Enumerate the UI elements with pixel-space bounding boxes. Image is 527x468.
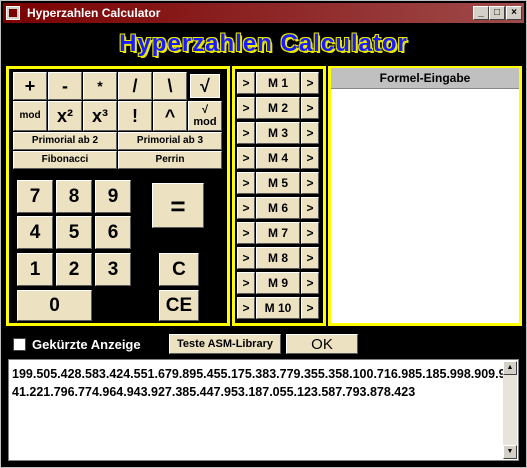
digit-0-button[interactable]: 0 [17,290,92,321]
digit-5-button[interactable]: 5 [56,216,92,249]
multiply-button[interactable]: * [83,72,117,100]
digit-3-button[interactable]: 3 [95,253,131,286]
memory-8-button[interactable]: M 8 [256,247,300,269]
scroll-down-icon[interactable]: ▼ [503,445,517,459]
power-button[interactable]: ^ [153,101,187,131]
minimize-button[interactable]: _ [473,6,489,20]
memory-store-5-button[interactable]: > [237,172,255,194]
memory-recall-4-button[interactable]: > [301,147,319,169]
primorial-3-button[interactable]: Primorial ab 3 [118,132,222,150]
digit-9-button[interactable]: 9 [95,180,131,213]
integer-divide-button[interactable]: \ [153,72,187,100]
memory-10-button[interactable]: M 10 [256,297,300,319]
memory-recall-9-button[interactable]: > [301,272,319,294]
equals-button[interactable]: = [152,183,204,228]
operations-panel: + - * / \ √ mod x² x³ ! ^ √ mod Primoria… [6,66,230,326]
primorial-2-button[interactable]: Primorial ab 2 [13,132,117,150]
memory-recall-3-button[interactable]: > [301,122,319,144]
memory-3-button[interactable]: M 3 [256,122,300,144]
factorial-button[interactable]: ! [118,101,152,131]
title-bar[interactable]: Hyperzahlen Calculator _ □ × [3,3,524,23]
memory-recall-2-button[interactable]: > [301,97,319,119]
memory-recall-6-button[interactable]: > [301,197,319,219]
memory-store-9-button[interactable]: > [237,272,255,294]
perrin-button[interactable]: Perrin [118,151,222,169]
close-button[interactable]: × [506,6,522,20]
calculator-window: Hyperzahlen Calculator _ □ × Hyperzahlen… [0,0,527,468]
clear-entry-button[interactable]: CE [159,290,199,321]
cube-button[interactable]: x³ [83,101,117,131]
memory-store-10-button[interactable]: > [237,297,255,319]
digit-4-button[interactable]: 4 [17,216,53,249]
digit-1-button[interactable]: 1 [17,253,53,286]
shortened-display-label: Gekürzte Anzeige [32,337,141,352]
vertical-scrollbar[interactable]: ▲ ▼ [503,361,517,459]
app-icon [6,6,20,20]
window-title: Hyperzahlen Calculator [27,6,161,20]
ok-button[interactable]: OK [286,334,358,354]
memory-store-6-button[interactable]: > [237,197,255,219]
maximize-button[interactable]: □ [489,6,505,20]
memory-store-8-button[interactable]: > [237,247,255,269]
memory-recall-8-button[interactable]: > [301,247,319,269]
fibonacci-button[interactable]: Fibonacci [13,151,117,169]
test-asm-library-button[interactable]: Teste ASM-Library [169,334,281,354]
clear-button[interactable]: C [159,253,199,286]
memory-6-button[interactable]: M 6 [256,197,300,219]
shortened-display-checkbox[interactable] [13,338,26,351]
square-button[interactable]: x² [48,101,82,131]
banner-title: Hyperzahlen Calculator [119,30,408,57]
result-output[interactable]: 199.505.428.583.424.551.679.895.455.175.… [8,359,519,461]
divide-button[interactable]: / [118,72,152,100]
formula-header: Formel-Eingabe [331,68,519,89]
digit-2-button[interactable]: 2 [56,253,92,286]
scroll-up-icon[interactable]: ▲ [503,361,517,375]
memory-1-button[interactable]: M 1 [256,72,300,94]
formula-input[interactable] [331,89,519,323]
memory-panel: > M 1 > > M 2 > > M 3 > > M 4 > > M 5 > > M 6 > > M 7 > > M 8 >… [232,66,326,326]
sqrt-button[interactable]: √ [188,72,222,100]
add-button[interactable]: + [13,72,47,100]
memory-store-7-button[interactable]: > [237,222,255,244]
memory-5-button[interactable]: M 5 [256,172,300,194]
memory-recall-10-button[interactable]: > [301,297,319,319]
memory-9-button[interactable]: M 9 [256,272,300,294]
memory-store-4-button[interactable]: > [237,147,255,169]
mod-button[interactable]: mod [13,101,47,131]
digit-8-button[interactable]: 8 [56,180,92,213]
memory-store-1-button[interactable]: > [237,72,255,94]
memory-store-3-button[interactable]: > [237,122,255,144]
memory-store-2-button[interactable]: > [237,97,255,119]
memory-recall-7-button[interactable]: > [301,222,319,244]
digit-6-button[interactable]: 6 [95,216,131,249]
result-text: 199.505.428.583.424.551.679.895.455.175.… [12,367,506,399]
memory-7-button[interactable]: M 7 [256,222,300,244]
memory-4-button[interactable]: M 4 [256,147,300,169]
digit-7-button[interactable]: 7 [17,180,53,213]
memory-recall-5-button[interactable]: > [301,172,319,194]
memory-recall-1-button[interactable]: > [301,72,319,94]
memory-2-button[interactable]: M 2 [256,97,300,119]
subtract-button[interactable]: - [48,72,82,100]
banner: Hyperzahlen Calculator [1,24,526,64]
sqrt-mod-button[interactable]: √ mod [188,101,222,131]
